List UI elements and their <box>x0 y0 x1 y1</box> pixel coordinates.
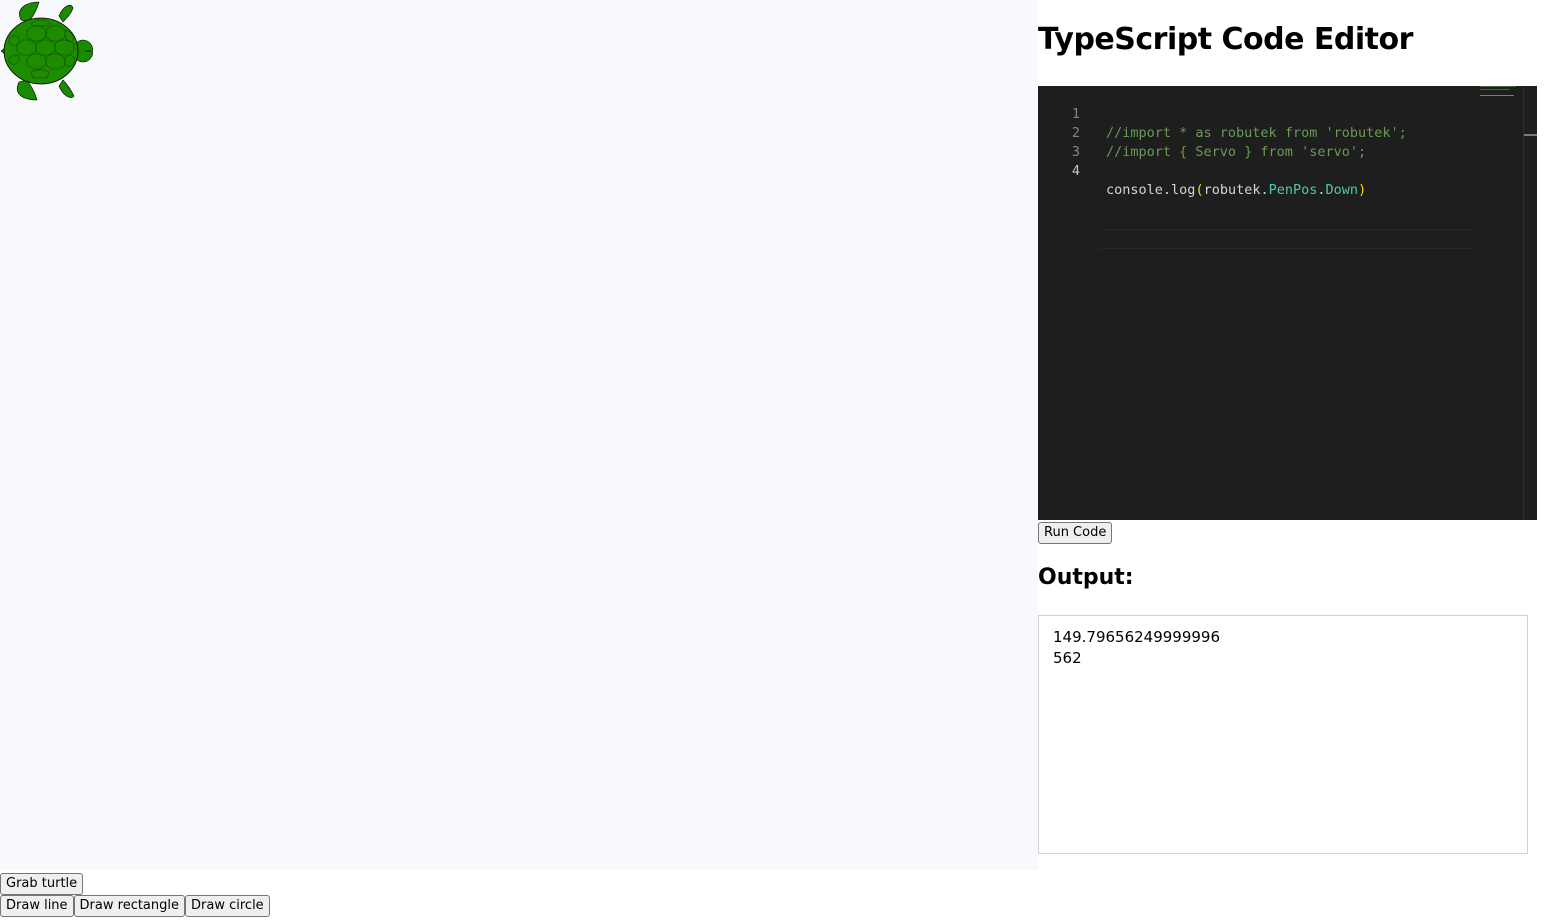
code-line[interactable]: 3 <box>1038 124 1478 160</box>
draw-controls: Draw line Draw rectangle Draw circle <box>0 895 270 917</box>
output-line: 149.79656249999996 <box>1053 628 1221 646</box>
code-statement: console.log(robutek.PenPos.Down) <box>1106 181 1366 200</box>
code-token: ) <box>1358 182 1367 198</box>
draw-line-button[interactable]: Draw line <box>0 895 74 917</box>
current-line-highlight <box>1100 229 1472 249</box>
code-token: console <box>1106 182 1163 198</box>
draw-rectangle-button[interactable]: Draw rectangle <box>73 895 186 917</box>
draw-circle-button[interactable]: Draw circle <box>185 895 270 917</box>
code-line[interactable]: 4 console.log(robutek.PenPos.Down) <box>1038 143 1478 198</box>
scrollbar-marker <box>1524 134 1537 136</box>
run-code-button[interactable]: Run Code <box>1038 522 1113 544</box>
turtle-icon[interactable] <box>1 0 93 102</box>
turtle-controls: Grab turtle <box>0 873 84 895</box>
code-token: . <box>1260 182 1269 198</box>
code-token: robutek <box>1203 182 1261 198</box>
code-token: . <box>1317 182 1326 198</box>
editor-scrollbar[interactable] <box>1523 86 1524 520</box>
code-token: ( <box>1195 182 1204 198</box>
code-minimap[interactable] <box>1480 86 1523 96</box>
output-line: 562 <box>1053 649 1082 667</box>
code-editor[interactable]: 1 //import * as robutek from 'robutek'; … <box>1038 86 1537 520</box>
code-token: Down <box>1325 182 1359 198</box>
output-title: Output: <box>1038 565 1134 590</box>
editor-title: TypeScript Code Editor <box>1038 22 1413 57</box>
output-box: 149.79656249999996 562 <box>1038 615 1528 854</box>
code-token: log <box>1171 182 1196 198</box>
code-line[interactable]: 1 //import * as robutek from 'robutek'; <box>1038 86 1478 141</box>
code-token: . <box>1162 182 1172 198</box>
editor-panel: TypeScript Code Editor 1 //import * as r… <box>1038 0 1547 924</box>
grab-turtle-button[interactable]: Grab turtle <box>0 873 84 895</box>
line-number: 4 <box>1071 163 1080 179</box>
code-line[interactable]: 2 //import { Servo } from 'servo'; <box>1038 105 1478 160</box>
code-token: PenPos <box>1268 182 1318 198</box>
drawing-canvas[interactable] <box>0 0 1038 870</box>
